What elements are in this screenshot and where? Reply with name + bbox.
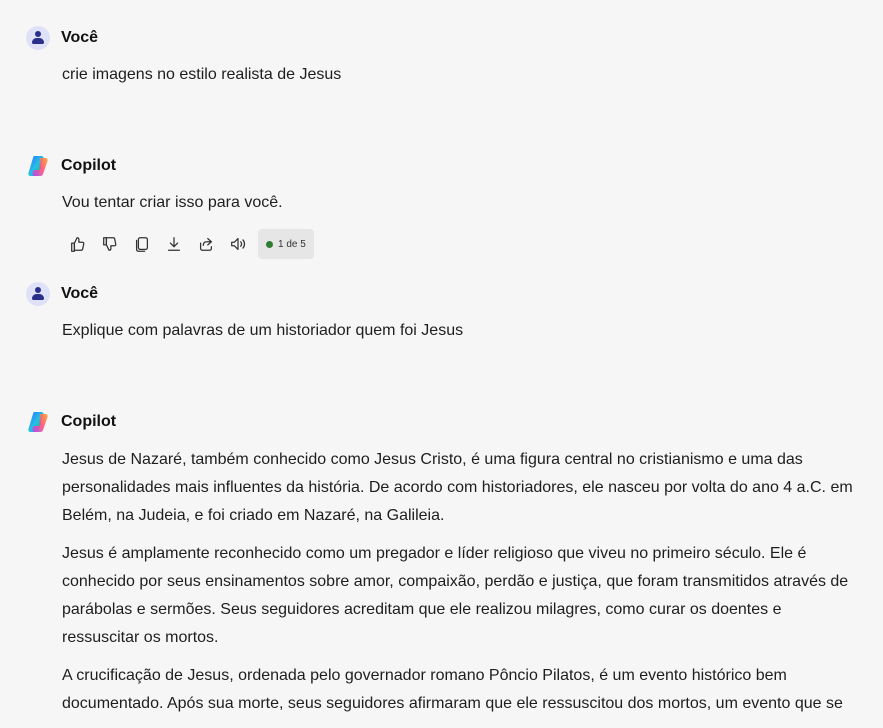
message-author: Copilot	[26, 154, 116, 178]
message-paragraph: crie imagens no estilo realista de Jesus	[62, 66, 342, 83]
thumbs-up-icon	[71, 237, 85, 252]
message-text: Vou tentar criar isso para você.	[62, 189, 862, 227]
copy-icon	[135, 237, 149, 252]
copy-button[interactable]	[126, 229, 158, 259]
user-avatar-icon	[26, 26, 50, 50]
pager-text: 1 de 5	[278, 238, 306, 250]
author-name: Copilot	[61, 413, 117, 430]
message-actions: 1 de 5	[62, 229, 314, 259]
copilot-logo-icon	[28, 412, 48, 432]
author-name: Você	[61, 29, 99, 46]
share-button[interactable]	[190, 229, 222, 259]
thumbs-down-icon	[103, 237, 117, 251]
dislike-button[interactable]	[94, 229, 126, 259]
author-name: Copilot	[61, 157, 117, 174]
response-pager[interactable]: 1 de 5	[258, 229, 314, 259]
share-icon	[199, 237, 213, 251]
message-author: Você	[26, 282, 98, 306]
like-button[interactable]	[62, 229, 94, 259]
user-avatar-icon	[26, 282, 50, 306]
download-button[interactable]	[158, 229, 190, 259]
download-icon	[167, 237, 181, 251]
copilot-logo-icon	[28, 156, 48, 176]
message-text: crie imagens no estilo realista de Jesus	[62, 61, 862, 99]
message-text: Explique com palavras de um historiador …	[62, 317, 862, 355]
message-text: Jesus de Nazaré, também conhecido como J…	[62, 446, 862, 728]
message-paragraph: Explique com palavras de um historiador …	[62, 322, 464, 339]
message-paragraph: Jesus é amplamente reconhecido como um p…	[62, 545, 849, 646]
message-author: Você	[26, 26, 98, 50]
message-paragraph: A crucificação de Jesus, ordenada pelo g…	[62, 667, 843, 712]
speaker-icon	[231, 237, 246, 251]
message-paragraph: Jesus de Nazaré, também conhecido como J…	[62, 451, 853, 524]
author-name: Você	[61, 285, 99, 302]
read-aloud-button[interactable]	[222, 229, 254, 259]
message-paragraph: Vou tentar criar isso para você.	[62, 194, 283, 211]
message-author: Copilot	[26, 410, 116, 434]
status-dot-icon	[266, 240, 273, 248]
